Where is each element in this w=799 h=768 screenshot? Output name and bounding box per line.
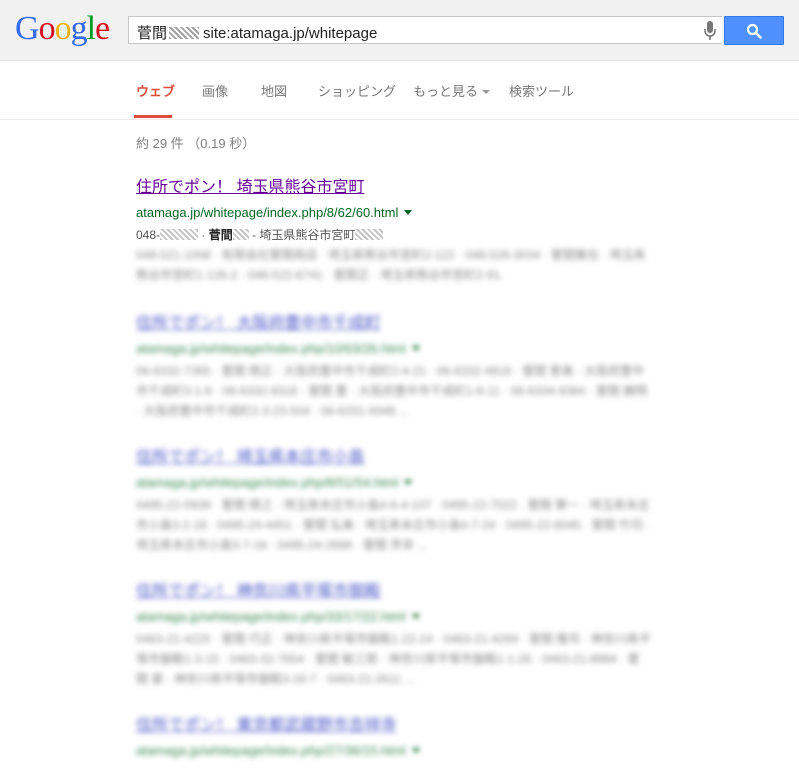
top-bar: Google 菅間 site:atamaga.jp/whitepage xyxy=(0,0,799,61)
result-url-text: atamaga.jp/whitepage/index.php/33/17/22.… xyxy=(136,609,406,624)
redacted-text xyxy=(169,27,200,39)
tab-search-tools[interactable]: 検索ツール xyxy=(509,81,574,100)
search-result: 住所でポン！ 埼玉県本庄市小島 atamaga.jp/whitepage/ind… xyxy=(136,443,656,555)
snippet-phone: 048- xyxy=(136,228,161,242)
snippet-address: - 埼玉県熊谷市宮町 xyxy=(252,228,356,242)
result-stats: 約 29 件 （0.19 秒） xyxy=(136,136,256,151)
result-url: atamaga.jp/whitepage/index.php/8/51/54.h… xyxy=(136,475,656,490)
result-snippet: 048- · 菅間 - 埼玉県熊谷市宮町 048-521-1008 · 有限会社菅… xyxy=(136,225,651,285)
result-url: atamaga.jp/whitepage/index.php/27/36/15.… xyxy=(136,743,656,758)
tab-maps[interactable]: 地図 xyxy=(261,81,287,100)
search-query: 菅間 site:atamaga.jp/whitepage xyxy=(137,25,378,42)
result-url: atamaga.jp/whitepage/index.php/33/17/22.… xyxy=(136,609,656,624)
result-url: atamaga.jp/whitepage/index.php/8/62/60.h… xyxy=(136,205,656,220)
tab-web[interactable]: ウェブ xyxy=(136,81,175,100)
tab-images[interactable]: 画像 xyxy=(202,81,228,100)
result-title-link[interactable]: 住所でポン！ 神奈川県平塚市御殿 xyxy=(136,577,656,601)
snippet-blurred: 048-521-1008 · 有限会社菅間商店 · 埼玉県熊谷市宮町2-122 … xyxy=(136,248,646,282)
url-dropdown-arrow-icon[interactable] xyxy=(404,210,413,215)
result-url-text: atamaga.jp/whitepage/index.php/8/51/54.h… xyxy=(136,475,399,490)
result-title-link[interactable]: 住所でポン！ 東京都武蔵野市吉祥寺 xyxy=(136,711,656,735)
result-url-text: atamaga.jp/whitepage/index.php/27/36/15.… xyxy=(136,743,406,758)
url-dropdown-arrow-icon[interactable] xyxy=(411,748,420,753)
result-title-link[interactable]: 住所でポン！ 埼玉県熊谷市宮町 xyxy=(136,173,656,197)
search-result: 住所でポン！ 東京都武蔵野市吉祥寺 atamaga.jp/whitepage/i… xyxy=(136,711,656,758)
snippet-name: 菅間 xyxy=(208,228,233,242)
active-tab-indicator xyxy=(134,115,172,118)
google-logo[interactable]: Google xyxy=(15,11,110,47)
result-title-link[interactable]: 住所でポン！ 埼玉県本庄市小島 xyxy=(136,443,656,467)
result-snippet: 0495-22-0939 · 菅間 晴之 · 埼玉県本庄市小島4-6-4-107… xyxy=(136,498,651,552)
chevron-down-icon xyxy=(482,90,491,94)
microphone-icon[interactable] xyxy=(704,21,716,41)
result-snippet: 06-6332-7365 · 菅間 晴正 · 大阪府豊中市千成町2-4-21 ·… xyxy=(136,364,648,418)
url-dropdown-arrow-icon[interactable] xyxy=(411,346,420,351)
magnifier-icon xyxy=(746,23,762,39)
search-nav: ウェブ 画像 地図 ショッピング もっと見る 検索ツール xyxy=(0,61,799,120)
redacted-text xyxy=(232,229,249,240)
tab-more-label: もっと見る xyxy=(413,84,479,99)
redacted-text xyxy=(355,229,384,240)
result-url: atamaga.jp/whitepage/index.php/10/63/26.… xyxy=(136,341,656,356)
result-url-text: atamaga.jp/whitepage/index.php/10/63/26.… xyxy=(136,341,406,356)
result-url-text: atamaga.jp/whitepage/index.php/8/62/60.h… xyxy=(136,205,399,220)
search-input[interactable]: 菅間 site:atamaga.jp/whitepage xyxy=(128,16,722,44)
url-dropdown-arrow-icon[interactable] xyxy=(404,480,413,485)
result-snippet: 0463-21-4225 · 菅間 巧正 · 神奈川県平塚市御殿1-22-24 … xyxy=(136,632,651,686)
search-result: 住所でポン！ 埼玉県熊谷市宮町 atamaga.jp/whitepage/ind… xyxy=(136,173,656,285)
redacted-text xyxy=(160,229,199,240)
tab-shopping[interactable]: ショッピング xyxy=(318,81,396,100)
search-result: 住所でポン！ 大阪府豊中市千成町 atamaga.jp/whitepage/in… xyxy=(136,309,656,421)
search-button[interactable] xyxy=(724,16,784,45)
tab-more[interactable]: もっと見る xyxy=(413,81,491,100)
result-title-link[interactable]: 住所でポン！ 大阪府豊中市千成町 xyxy=(136,309,656,333)
url-dropdown-arrow-icon[interactable] xyxy=(411,614,420,619)
search-result: 住所でポン！ 神奈川県平塚市御殿 atamaga.jp/whitepage/in… xyxy=(136,577,656,689)
